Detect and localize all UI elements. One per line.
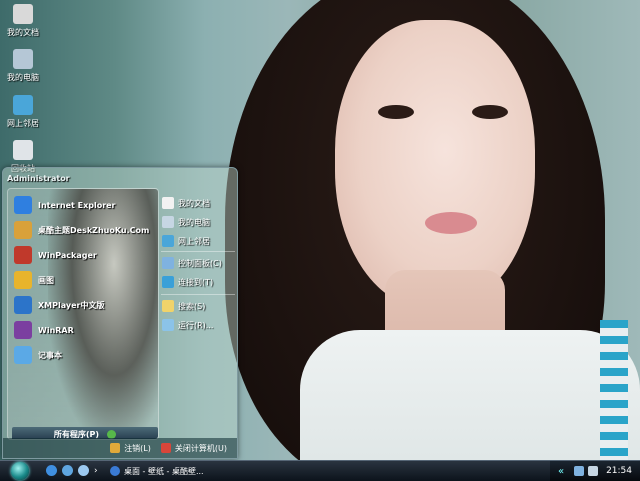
power-icon: [160, 443, 171, 453]
desktop-icon-my-documents[interactable]: 我的文档: [2, 4, 44, 38]
winrar-icon: [14, 321, 32, 339]
wallpaper-shirt-stripe: [600, 320, 628, 460]
internet-explorer-icon: [14, 196, 32, 214]
quicklaunch-desktop-icon[interactable]: [78, 465, 89, 476]
wallpaper-face: [335, 20, 535, 310]
quicklaunch-internet-explorer-icon[interactable]: [46, 465, 57, 476]
place-control-panel[interactable]: 控制面板(C): [162, 254, 236, 272]
computer-icon: [162, 216, 174, 228]
wallpaper-lips: [425, 212, 477, 234]
tray-expand-icon[interactable]: «: [558, 466, 564, 477]
program-internet-explorer[interactable]: Internet Explorer: [14, 195, 154, 215]
start-menu-programs-pane: Internet Explorer 桌酷主题DeskZhuoKu.Com Win…: [7, 188, 159, 440]
program-winrar[interactable]: WinRAR: [14, 320, 154, 340]
program-zhuoku-theme[interactable]: 桌酷主题DeskZhuoKu.Com: [14, 220, 154, 240]
quicklaunch-media-icon[interactable]: [62, 465, 73, 476]
start-menu-username: Administrator: [7, 174, 70, 183]
recycle-bin-icon: [13, 140, 33, 160]
key-icon: [110, 443, 121, 453]
logoff-button[interactable]: 注销(L): [110, 443, 151, 454]
start-menu-footer: 注销(L) 关闭计算机(U): [3, 438, 237, 458]
start-menu: Administrator Internet Explorer 桌酷主题Desk…: [2, 167, 238, 459]
place-network[interactable]: 网上邻居: [162, 232, 236, 250]
paint-icon: [14, 271, 32, 289]
system-tray: « 21:54: [550, 461, 640, 481]
quicklaunch-chevron-icon[interactable]: ›: [94, 466, 100, 476]
connect-icon: [162, 276, 174, 288]
folder-documents-icon: [162, 197, 174, 209]
network-tray-icon[interactable]: [574, 466, 585, 476]
notepad-icon: [14, 346, 32, 364]
control-panel-icon: [162, 257, 174, 269]
run-icon: [162, 319, 174, 331]
xmplayer-icon: [14, 296, 32, 314]
network-icon: [13, 95, 33, 115]
taskbar: › 桌面 - 壁纸 - 桌酷壁... « 21:54: [0, 460, 640, 481]
wallpaper-eye-left: [378, 105, 414, 119]
computer-icon: [13, 49, 33, 69]
place-my-computer[interactable]: 我的电脑: [162, 213, 236, 231]
program-paint[interactable]: 画图: [14, 270, 154, 290]
wallpaper-eye-right: [472, 105, 508, 119]
program-notepad[interactable]: 记事本: [14, 345, 154, 365]
place-connect-to[interactable]: 连接到(T): [162, 273, 236, 291]
place-my-documents[interactable]: 我的文档: [162, 194, 236, 212]
browser-icon: [110, 466, 120, 476]
winpackager-icon: [14, 246, 32, 264]
start-menu-places-pane: 我的文档 我的电脑 网上邻居 控制面板(C) 连接到(T) 搜索(S) 运行(R…: [160, 188, 236, 438]
desktop-icon-network[interactable]: 网上邻居: [2, 95, 44, 129]
place-search[interactable]: 搜索(S): [162, 297, 236, 315]
desktop-icon-my-computer[interactable]: 我的电脑: [2, 49, 44, 83]
start-button[interactable]: [11, 462, 29, 480]
volume-tray-icon[interactable]: [588, 466, 599, 476]
wallpaper-shirt: [300, 330, 640, 460]
taskbar-button-zhuoku[interactable]: 桌面 - 壁纸 - 桌酷壁...: [110, 463, 238, 479]
place-run[interactable]: 运行(R)...: [162, 316, 236, 334]
folder-documents-icon: [13, 4, 33, 24]
program-xmplayer[interactable]: XMPlayer中文版: [14, 295, 154, 315]
zhuoku-theme-icon: [14, 221, 32, 239]
shutdown-button[interactable]: 关闭计算机(U): [160, 443, 227, 454]
places-separator: [161, 251, 235, 252]
program-winpackager[interactable]: WinPackager: [14, 245, 154, 265]
network-icon: [162, 235, 174, 247]
search-icon: [162, 300, 174, 312]
places-separator: [161, 294, 235, 295]
clock[interactable]: 21:54: [606, 466, 632, 476]
